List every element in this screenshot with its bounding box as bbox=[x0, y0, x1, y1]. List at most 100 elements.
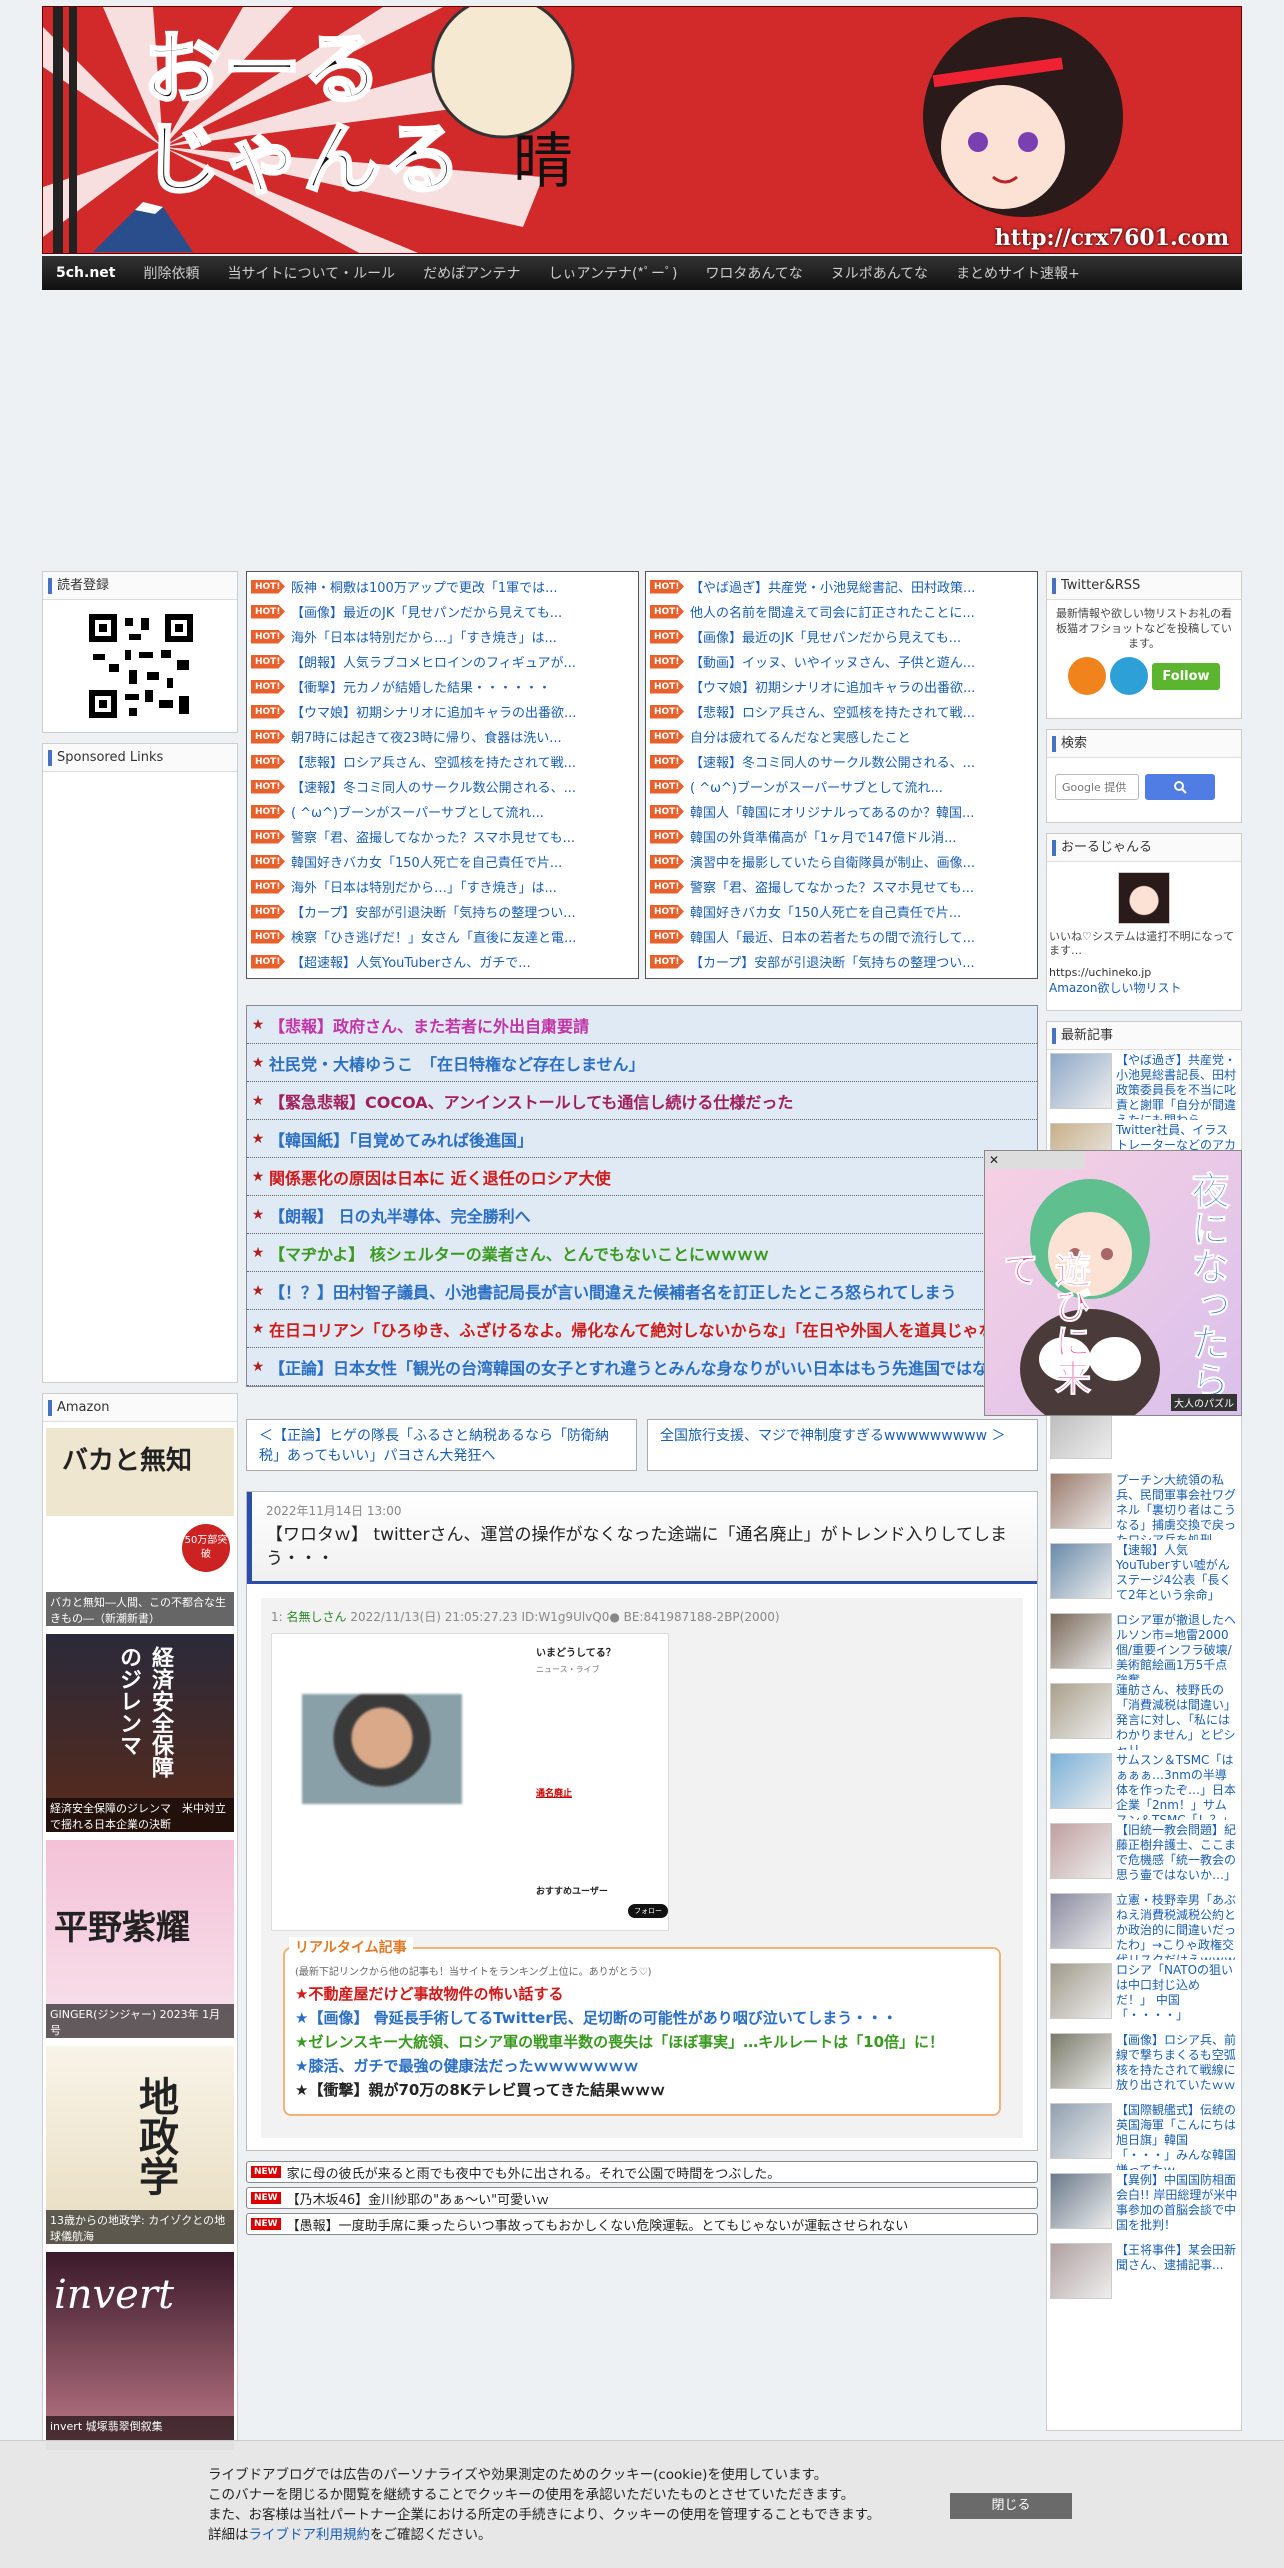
featured-item[interactable]: ★ 関係悪化の原因は日本に 近く退任のロシア大使 bbox=[247, 1158, 1037, 1196]
hot-link-item[interactable]: HOT! 韓国人「最近、日本の若者たちの間で流行して... bbox=[650, 924, 1033, 949]
featured-item[interactable]: ★ 在日コリアン「ひろゆき、ふざけるなよ。帰化なんて絶対しないからな」「在日や外国… bbox=[247, 1310, 1037, 1348]
hot-badge: HOT! bbox=[650, 954, 684, 969]
hot-link-item[interactable]: HOT! ( ^ω^)ブーンがスーパーサブとして流れ... bbox=[650, 774, 1033, 799]
hot-badge: HOT! bbox=[251, 904, 285, 919]
nav-item-delete-request[interactable]: 削除依頼 bbox=[129, 263, 213, 283]
featured-item[interactable]: ★ 【韓国紙】「目覚めてみれば後進国」 bbox=[247, 1120, 1037, 1158]
qr-code-icon[interactable] bbox=[89, 614, 193, 718]
featured-item[interactable]: ★ 【マヂかよ】 核シェルターの業者さん、とんでもないことにｗｗｗｗ bbox=[247, 1234, 1037, 1272]
latest-item[interactable]: ロシア軍が撤退したヘルソン市=地雷2000個/重要インフラ破壊/美術館絵画1万5… bbox=[1047, 1610, 1241, 1680]
profile-avatar[interactable] bbox=[1118, 872, 1170, 924]
hot-link-item[interactable]: HOT! 【動画】イッヌ、いやイッヌさん、子供と遊ん... bbox=[650, 649, 1033, 674]
nav-item-warota[interactable]: ワロタあんてな bbox=[691, 263, 816, 283]
amazon-book-4[interactable]: 地政学 13歳からの地政学: カイゾクとの地球儀航海 bbox=[46, 2046, 234, 2244]
follow-button[interactable]: Follow bbox=[1152, 662, 1220, 690]
profile-link-wishlist[interactable]: Amazon欲しい物リスト bbox=[1047, 979, 1241, 996]
realtime-item[interactable]: ★【画像】 骨延長手術してるTwitter民、足切断の可能性があり咽び泣いてしま… bbox=[295, 2006, 989, 2030]
hot-link-item[interactable]: HOT! 警察「君、盗撮してなかった？スマホ見せても... bbox=[650, 874, 1033, 899]
hot-link-item[interactable]: HOT! 【やば過ぎ】共産党・小池晃総書記、田村政策... bbox=[650, 574, 1033, 599]
site-logo[interactable]: おーる じゃんる bbox=[141, 24, 463, 207]
hatena-icon[interactable] bbox=[1110, 657, 1149, 695]
latest-item-text: 【やば過ぎ】共産党・小池晃総書記長、田村政策委員長を不当に叱責と謝罪「自分が間違… bbox=[1116, 1053, 1237, 1120]
featured-item[interactable]: ★ 【朗報】 日の丸半導体、完全勝利へ bbox=[247, 1196, 1037, 1234]
sponsored-title: Sponsored Links bbox=[43, 744, 237, 772]
hot-link-item[interactable]: HOT! 【ウマ娘】初期シナリオに追加キャラの出番欲... bbox=[251, 699, 634, 724]
realtime-item[interactable]: ★不動産屋だけど事故物件の怖い話する bbox=[295, 1982, 989, 2006]
search-button[interactable] bbox=[1145, 774, 1215, 800]
hot-link-item[interactable]: HOT! 警察「君、盗撮してなかった？スマホ見せても... bbox=[251, 824, 634, 849]
hot-link-item[interactable]: HOT! 【悲報】ロシア兵さん、空弧核を持たされて戦... bbox=[251, 749, 634, 774]
hot-link-item[interactable]: HOT! 【ウマ娘】初期シナリオに追加キャラの出番欲... bbox=[650, 674, 1033, 699]
hot-link-item[interactable]: HOT! 韓国好きバカ女「150人死亡を自己責任で片... bbox=[650, 899, 1033, 924]
latest-item[interactable]: 蓮舫さん、枝野氏の「消費減税は間違い」発言に対し、「私にはわかりません」とピシャ… bbox=[1047, 1680, 1241, 1750]
latest-item[interactable]: プーチン大統領の私兵、民間軍事会社ワグネル「裏切り者はこうなる」捕虜交換で戻った… bbox=[1047, 1470, 1241, 1540]
latest-item[interactable]: 【画像】ロシア兵、前線で撃ちまくるも空弧核を持たされて戦線に放り出されていたｗｗ bbox=[1047, 2030, 1241, 2100]
amazon-book-2[interactable]: 経済安全保障のジレンマ 経済安全保障のジレンマ 米中対立で揺れる日本企業の決断 bbox=[46, 1634, 234, 1832]
nav-item-about[interactable]: 当サイトについて・ルール bbox=[213, 263, 409, 283]
hot-link-item[interactable]: HOT! 【衝撃】元カノが結婚した結果・・・・・・ bbox=[251, 674, 634, 699]
hot-link-item[interactable]: HOT! 【悲報】ロシア兵さん、空弧核を持たされて戦... bbox=[650, 699, 1033, 724]
hot-link-item[interactable]: HOT! 他人の名前を間違えて司会に訂正されたことに... bbox=[650, 599, 1033, 624]
popup-close-icon[interactable]: ✕ bbox=[985, 1151, 1085, 1169]
latest-item[interactable]: 【速報】人気YouTuberすい嘘がんステージ4公表「長くて2年という余命」 bbox=[1047, 1540, 1241, 1610]
hot-link-item[interactable]: HOT! 韓国好きバカ女「150人死亡を自己責任で片... bbox=[251, 849, 634, 874]
hot-link-item[interactable]: HOT! 演習中を撮影していたら自衛隊員が制止、画像... bbox=[650, 849, 1033, 874]
featured-item[interactable]: ★ 【悲報】政府さん、また若者に外出自粛要請 bbox=[247, 1006, 1037, 1044]
site-banner[interactable]: 晴 おーる じゃんる http://crx7601.com bbox=[42, 6, 1242, 254]
rss-icon[interactable] bbox=[1068, 657, 1107, 695]
hot-link-item[interactable]: HOT! 【画像】最近のJK「見せパンだから見えても... bbox=[251, 599, 634, 624]
new-post-item[interactable]: NEW 【愚報】一度助手席に乗ったらいつ事故ってもおかしくない危険運転。とてもじゃ… bbox=[246, 2213, 1038, 2235]
nav-item-5ch[interactable]: 5ch.net bbox=[42, 265, 129, 281]
nav-item-damepo[interactable]: だめぽアンテナ bbox=[409, 263, 534, 283]
terms-link[interactable]: ライブドア利用規約 bbox=[249, 2527, 371, 2543]
latest-item[interactable]: 【王将事件】某会田新聞さん、逮捕記事... bbox=[1047, 2240, 1241, 2310]
hot-link-item[interactable]: HOT! 韓国の外貨準備高が「1ヶ月で147億ドル消... bbox=[650, 824, 1033, 849]
latest-item[interactable]: ロシア「NATOの狙いは中口封じ込め だ！」 中国「・・・・」 bbox=[1047, 1960, 1241, 2030]
realtime-item[interactable]: ★膝活、ガチで最強の健康法だったｗｗｗｗｗｗｗ bbox=[295, 2054, 989, 2078]
realtime-item[interactable]: ★【衝撃】親が70万の8Kテレビ買ってきた結果ｗｗｗ bbox=[295, 2078, 989, 2102]
profile-link-uchineko[interactable]: https://uchineko.jp bbox=[1047, 966, 1241, 979]
amazon-book-5[interactable]: invert invert 城塚翡翠倒叙集 bbox=[46, 2252, 234, 2450]
featured-item[interactable]: ★ 【正論】日本女性「観光の台湾韓国の女子とすれ違うとみんな身なりがいい日本はもう… bbox=[247, 1348, 1037, 1386]
latest-item[interactable]: サムスン＆TSMC「はぁぁぁ…3nmの半導体を作ったぞ…」日本企業「2nm！」サ… bbox=[1047, 1750, 1241, 1820]
search-input[interactable] bbox=[1055, 774, 1139, 800]
next-article-link[interactable]: 全国旅行支援、マジで神制度すぎるwwwwwwwww ＞ bbox=[647, 1419, 1038, 1471]
hot-link-item[interactable]: HOT! 検察「ひき逃げだ！」女さん「直後に友達と電... bbox=[251, 924, 634, 949]
hot-link-item[interactable]: HOT! 【カープ】安部が引退決断「気持ちの整理つい... bbox=[251, 899, 634, 924]
nav-item-matome[interactable]: まとめサイト速報+ bbox=[942, 263, 1094, 283]
popup-ad[interactable]: ✕ 夜になったら 遊びに来て 大人のパズル bbox=[984, 1150, 1242, 1416]
tweet-screenshot[interactable]: いまどうしてる？ ニュース・ライブ 通名廃止 おすすめユーザー フォロー bbox=[271, 1633, 669, 1931]
hot-link-item[interactable]: HOT! 阪神・桐敷は100万アップで更改「1軍では... bbox=[251, 574, 634, 599]
hot-link-item[interactable]: HOT! 【画像】最近のJK「見せパンだから見えても... bbox=[650, 624, 1033, 649]
hot-link-item[interactable]: HOT! 海外「日本は特別だから…」「すき焼き」は... bbox=[251, 874, 634, 899]
hot-link-item[interactable]: HOT! 海外「日本は特別だから…」「すき焼き」は... bbox=[251, 624, 634, 649]
latest-item[interactable]: 【やば過ぎ】共産党・小池晃総書記長、田村政策委員長を不当に叱責と謝罪「自分が間違… bbox=[1047, 1050, 1241, 1120]
new-post-item[interactable]: NEW 家に母の彼氏が来ると雨でも夜中でも外に出される。それで公園で時間をつぶした… bbox=[246, 2161, 1038, 2183]
article-title[interactable]: 【ワロタｗ】 twitterさん、運営の操作がなくなった途端に「通名廃止」がトレ… bbox=[266, 1523, 1023, 1571]
featured-item[interactable]: ★ 社民党・大椿ゆうこ 「在日特権など存在しません」 bbox=[247, 1044, 1037, 1082]
hot-link-item[interactable]: HOT! 韓国人「韓国にオリジナルってあるのか？韓国... bbox=[650, 799, 1033, 824]
new-post-item[interactable]: NEW 【乃木坂46】金川紗耶の"あぁ～い"可愛いｗ bbox=[246, 2187, 1038, 2209]
hot-link-item[interactable]: HOT! 【速報】冬コミ同人のサークル数公開される、... bbox=[650, 749, 1033, 774]
latest-item[interactable]: 【異例】中国国防相面会白!! 岸田総理が米中事参加の首脳会談で中国を批判！ bbox=[1047, 2170, 1241, 2240]
hot-link-item[interactable]: HOT! ( ^ω^)ブーンがスーパーサブとして流れ... bbox=[251, 799, 634, 824]
hot-link-item[interactable]: HOT! 【カープ】安部が引退決断「気持ちの整理つい... bbox=[650, 949, 1033, 974]
hot-link-item[interactable]: HOT! 自分は疲れてるんだなと実感したこと bbox=[650, 724, 1033, 749]
realtime-item[interactable]: ★ゼレンスキー大統領、ロシア軍の戦車半数の喪失は「ほぼ事実」…キルレートは「10… bbox=[295, 2030, 989, 2054]
featured-item[interactable]: ★ 【！？】田村智子議員、小池書記局長が言い間違えた候補者名を訂正したところ怒られ… bbox=[247, 1272, 1037, 1310]
amazon-book-3[interactable]: 平野紫耀 GINGER(ジンジャー) 2023年 1月号 bbox=[46, 1840, 234, 2038]
prev-article-link[interactable]: ＜【正論】ヒゲの隊長「ふるさと納税あるなら「防衛納税」あってもいい」パヨさん大発… bbox=[246, 1419, 637, 1471]
hot-link-item[interactable]: HOT! 【速報】冬コミ同人のサークル数公開される、... bbox=[251, 774, 634, 799]
nav-item-shii[interactable]: しぃアンテナ(*ﾟーﾟ) bbox=[535, 263, 692, 283]
featured-item[interactable]: ★ 【緊急悲報】COCOA、アンインストールしても通信し続ける仕様だった bbox=[247, 1082, 1037, 1120]
latest-item[interactable]: 立憲・枝野幸男「あぶねえ消費税減税公約とか政治的に間違いだったわ」→こりゃ政権交… bbox=[1047, 1890, 1241, 1960]
hot-link-item[interactable]: HOT! 【朗報】人気ラブコメヒロインのフィギュアが... bbox=[251, 649, 634, 674]
site-url[interactable]: http://crx7601.com bbox=[995, 225, 1229, 251]
hot-link-item[interactable]: HOT! 朝7時には起きて夜23時に帰り、食器は洗い... bbox=[251, 724, 634, 749]
latest-item[interactable]: 【国際観艦式】伝統の英国海軍「こんにちは旭日旗」韓国「・・・」みんな韓国嫌ってた… bbox=[1047, 2100, 1241, 2170]
nav-item-nurupo[interactable]: ヌルポあんてな bbox=[817, 263, 942, 283]
amazon-book-1[interactable]: バカと無知 50万部突破 バカと無知―人間、この不都合な生きもの―（新潮新書） bbox=[46, 1428, 234, 1626]
latest-item[interactable]: 【旧統一教会問題】紀藤正樹弁護士、ここまで危機感「統一教会の思う壷ではないか…」 bbox=[1047, 1820, 1241, 1890]
hot-link-item[interactable]: HOT! 【超速報】人気YouTuberさん、ガチで... bbox=[251, 949, 634, 974]
cookie-close-button[interactable]: 閉じる bbox=[950, 2493, 1072, 2519]
